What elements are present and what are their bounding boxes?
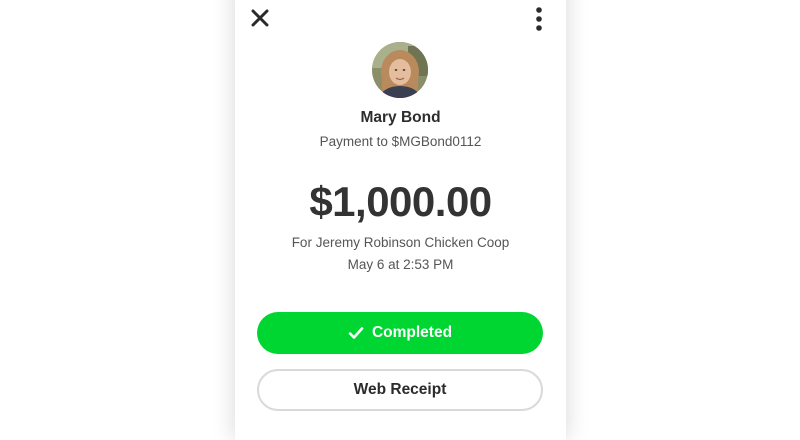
avatar [372,42,428,98]
payment-to-cashtag: Payment to $MGBond0112 [319,134,482,149]
close-icon [249,7,271,29]
more-vertical-icon [531,6,547,32]
more-options-button[interactable] [531,6,547,32]
recipient-name: Mary Bond [360,109,441,126]
payment-memo: For Jeremy Robinson Chicken Coop [291,235,510,250]
payment-timestamp: May 6 at 2:53 PM [347,257,454,272]
payment-detail-card: Mary Bond Payment to $MGBond0112 $1,000.… [235,0,566,440]
check-icon [348,326,364,340]
payment-amount: $1,000.00 [309,178,492,225]
completed-status-button[interactable]: Completed [257,312,543,354]
web-receipt-label: Web Receipt [353,381,447,398]
completed-status-label: Completed [371,324,453,341]
web-receipt-button[interactable]: Web Receipt [257,369,543,411]
close-button[interactable] [249,7,271,29]
